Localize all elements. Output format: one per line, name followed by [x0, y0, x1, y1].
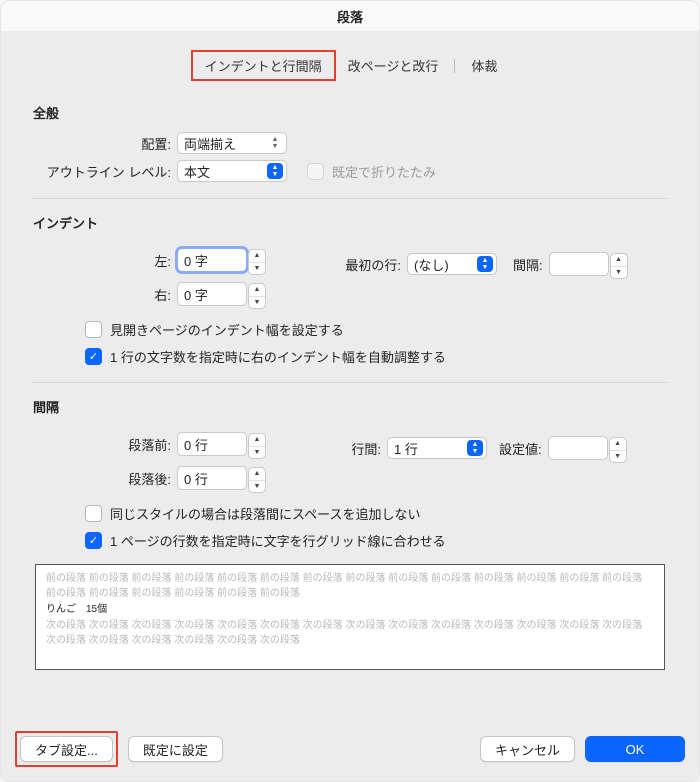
tab-layout[interactable]: 体裁: [459, 52, 509, 79]
updown-icon: ▲▼: [477, 256, 493, 272]
space-before-value: 0 行: [184, 435, 208, 454]
alignment-value: 両端揃え: [184, 134, 236, 153]
indent-right-label: 右:: [31, 285, 171, 304]
space-before-label: 段落前:: [31, 435, 171, 454]
space-after-value: 0 行: [184, 469, 208, 488]
auto-right-indent-checkbox[interactable]: ✓: [85, 348, 102, 365]
first-line-value: (なし): [414, 255, 449, 274]
section-general-title: 全般: [33, 103, 669, 122]
tabs-button[interactable]: タブ設定...: [20, 736, 113, 762]
outline-value: 本文: [184, 162, 210, 181]
space-before-field[interactable]: 0 行 ▲▼: [177, 432, 247, 456]
section-spacing-title: 間隔: [33, 397, 669, 416]
updown-icon: ▲▼: [467, 440, 483, 456]
indent-left-label: 左:: [31, 251, 171, 270]
indent-left-value: 0 字: [184, 251, 208, 270]
highlight-tab-indent: インデントと行間隔: [191, 50, 336, 81]
preview-after: 次の段落 次の段落 次の段落 次の段落 次の段落 次の段落 次の段落 次の段落 …: [46, 618, 654, 648]
indent-right-field[interactable]: 0 字 ▲▼: [177, 282, 247, 306]
updown-icon: ▲▼: [267, 163, 283, 179]
preview-sample: りんご 15個: [46, 602, 654, 617]
alignment-select[interactable]: 両端揃え ▲▼: [177, 132, 287, 154]
auto-right-indent-label: 1 行の文字数を指定時に右のインデント幅を自動調整する: [110, 347, 446, 366]
indent-left-field[interactable]: 0 字 ▲▼: [177, 248, 247, 272]
first-line-label: 最初の行:: [331, 255, 401, 274]
section-indent-title: インデント: [33, 213, 669, 232]
alignment-label: 配置:: [31, 134, 171, 153]
suppress-space-label: 同じスタイルの場合は段落間にスペースを追加しない: [110, 504, 420, 523]
line-at-label: 設定値:: [499, 439, 542, 458]
space-after-field[interactable]: 0 行 ▲▼: [177, 466, 247, 490]
first-width-field[interactable]: ▲▼: [549, 252, 609, 276]
paragraph-dialog: 段落 インデントと行間隔 改ページと改行 体裁 全般 配置: 両端揃え ▲▼: [0, 0, 700, 782]
outline-select[interactable]: 本文 ▲▼: [177, 160, 287, 182]
dialog-titlebar: 段落: [1, 1, 699, 32]
preview-box: 前の段落 前の段落 前の段落 前の段落 前の段落 前の段落 前の段落 前の段落 …: [35, 564, 665, 670]
indent-left-stepper[interactable]: ▲▼: [248, 249, 266, 275]
outline-label: アウトライン レベル:: [31, 162, 171, 181]
mirror-indent-checkbox[interactable]: [85, 321, 102, 338]
line-spacing-value: 1 行: [394, 439, 418, 458]
set-default-button[interactable]: 既定に設定: [128, 736, 223, 762]
preview-before: 前の段落 前の段落 前の段落 前の段落 前の段落 前の段落 前の段落 前の段落 …: [46, 571, 654, 601]
first-line-select[interactable]: (なし) ▲▼: [407, 253, 497, 275]
space-before-stepper[interactable]: ▲▼: [248, 433, 266, 459]
tab-indent-spacing[interactable]: インデントと行間隔: [193, 52, 334, 79]
cancel-button[interactable]: キャンセル: [480, 736, 575, 762]
tab-page-breaks[interactable]: 改ページと改行: [336, 52, 451, 79]
first-width-stepper[interactable]: ▲▼: [610, 253, 628, 279]
indent-right-stepper[interactable]: ▲▼: [248, 283, 266, 309]
suppress-space-checkbox[interactable]: [85, 505, 102, 522]
space-after-stepper[interactable]: ▲▼: [248, 467, 266, 493]
collapse-label: 既定で折りたたみ: [332, 162, 436, 181]
mirror-indent-label: 見開きページのインデント幅を設定する: [110, 320, 344, 339]
divider: [31, 198, 669, 199]
highlight-tabs-button: タブ設定...: [15, 731, 118, 767]
ok-button[interactable]: OK: [585, 736, 685, 762]
indent-right-value: 0 字: [184, 285, 208, 304]
tab-separator: [454, 59, 455, 73]
snap-grid-label: 1 ページの行数を指定時に文字を行グリッド線に合わせる: [110, 531, 446, 550]
tab-bar: インデントと行間隔 改ページと改行 体裁: [31, 40, 669, 89]
snap-grid-checkbox[interactable]: ✓: [85, 532, 102, 549]
dialog-body: インデントと行間隔 改ページと改行 体裁 全般 配置: 両端揃え ▲▼ アウトラ…: [1, 32, 699, 721]
line-spacing-select[interactable]: 1 行 ▲▼: [387, 437, 487, 459]
line-at-field[interactable]: ▲▼: [548, 436, 608, 460]
collapse-checkbox: [307, 163, 324, 180]
first-width-label: 間隔:: [513, 255, 543, 274]
divider: [31, 382, 669, 383]
updown-icon: ▲▼: [267, 135, 283, 151]
dialog-title: 段落: [337, 7, 363, 26]
dialog-footer: タブ設定... 既定に設定 キャンセル OK: [1, 721, 699, 781]
line-at-stepper[interactable]: ▲▼: [609, 437, 627, 463]
line-spacing-label: 行間:: [331, 439, 381, 458]
space-after-label: 段落後:: [31, 469, 171, 488]
